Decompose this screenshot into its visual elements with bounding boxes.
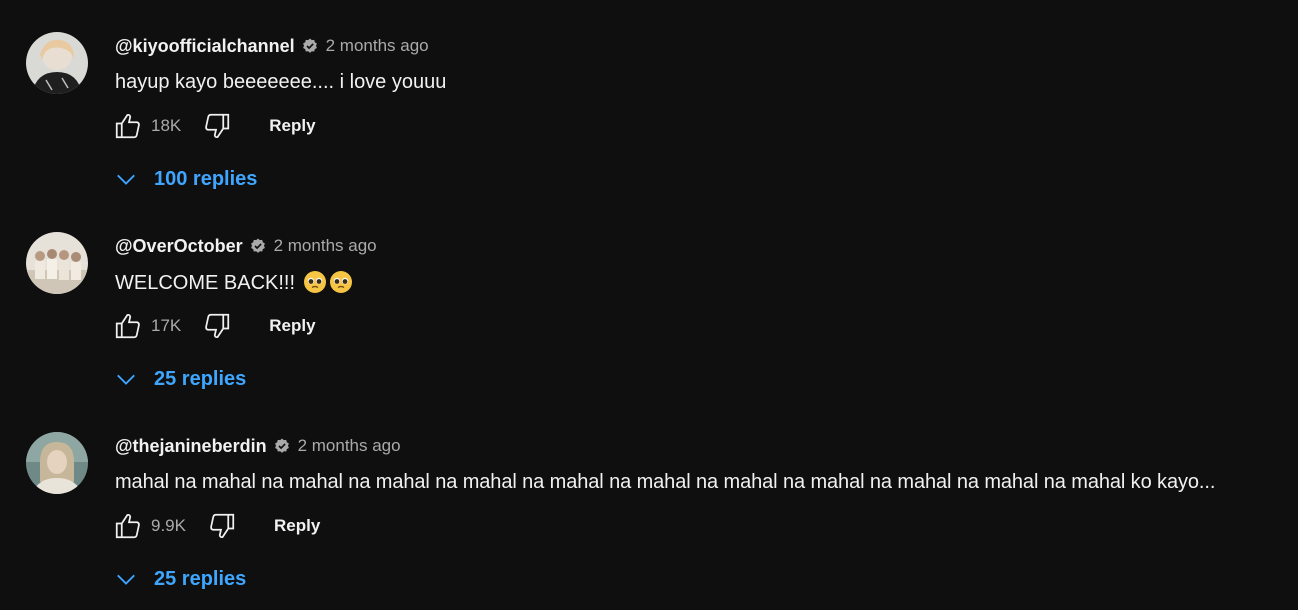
view-replies-button[interactable]: 25 replies [115,366,246,392]
comments-section: @kiyoofficialchannel 2 months ago hayup … [0,0,1298,610]
like-button[interactable] [112,110,144,142]
comment-actions: 17K Reply [112,310,316,342]
comment-thread: @kiyoofficialchannel 2 months ago hayup … [0,0,1298,200]
comment-header: @OverOctober 2 months ago [115,234,377,258]
thumbs-up-icon [115,113,140,139]
comment-thread: @thejanineberdin 2 months ago mahal na m… [0,400,1298,600]
verified-badge-icon [249,237,267,255]
replies-count-label: 25 replies [154,367,247,390]
view-replies-button[interactable]: 100 replies [115,166,257,192]
comment-text-content: WELCOME BACK!!! [115,272,301,294]
like-count: 17K [151,316,182,335]
dislike-button[interactable] [201,310,233,342]
thumbs-down-icon [210,513,235,539]
author-name[interactable]: @thejanineberdin [115,436,267,457]
verified-badge-icon [301,37,319,55]
comment-text: WELCOME BACK!!! [115,270,353,295]
comment-timestamp[interactable]: 2 months ago [274,236,377,256]
reply-button[interactable]: Reply [269,316,315,336]
avatar[interactable] [26,232,88,294]
avatar-photo-icon [26,232,88,294]
verified-badge-icon [273,437,291,455]
reply-button[interactable]: Reply [274,516,320,536]
thumbs-down-icon [205,113,230,139]
chevron-down-icon [117,574,135,585]
comment-text: hayup kayo beeeeeee.... i love youuu [115,71,447,93]
thumbs-up-icon [115,513,140,539]
comment-text: mahal na mahal na mahal na mahal na maha… [115,471,1216,493]
avatar[interactable] [26,32,88,94]
avatar-photo-icon [26,32,88,94]
replies-count-label: 100 replies [154,167,258,190]
pleading-face-emoji [303,271,326,293]
view-replies-button[interactable]: 25 replies [115,566,246,592]
author-name[interactable]: @OverOctober [115,236,243,257]
comment-actions: 18K Reply [112,110,316,142]
reply-button[interactable]: Reply [269,116,315,136]
replies-count-label: 25 replies [154,567,247,590]
dislike-button[interactable] [201,110,233,142]
like-button[interactable] [112,510,144,542]
thumbs-up-icon [115,313,140,339]
pleading-face-emoji [329,271,352,293]
comment-timestamp[interactable]: 2 months ago [326,36,429,56]
chevron-down-icon [117,174,135,185]
dislike-button[interactable] [206,510,238,542]
like-count: 9.9K [151,516,186,535]
author-name[interactable]: @kiyoofficialchannel [115,36,295,57]
like-button[interactable] [112,310,144,342]
comment-header: @thejanineberdin 2 months ago [115,434,401,458]
avatar[interactable] [26,432,88,494]
comment-actions: 9.9K Reply [112,510,320,542]
comment-header: @kiyoofficialchannel 2 months ago [115,34,429,58]
avatar-photo-icon [26,432,88,494]
comment-timestamp[interactable]: 2 months ago [298,436,401,456]
chevron-down-icon [117,374,135,385]
thumbs-down-icon [205,313,230,339]
comment-thread: @OverOctober 2 months ago WELCOME BACK!!… [0,200,1298,400]
like-count: 18K [151,116,182,135]
